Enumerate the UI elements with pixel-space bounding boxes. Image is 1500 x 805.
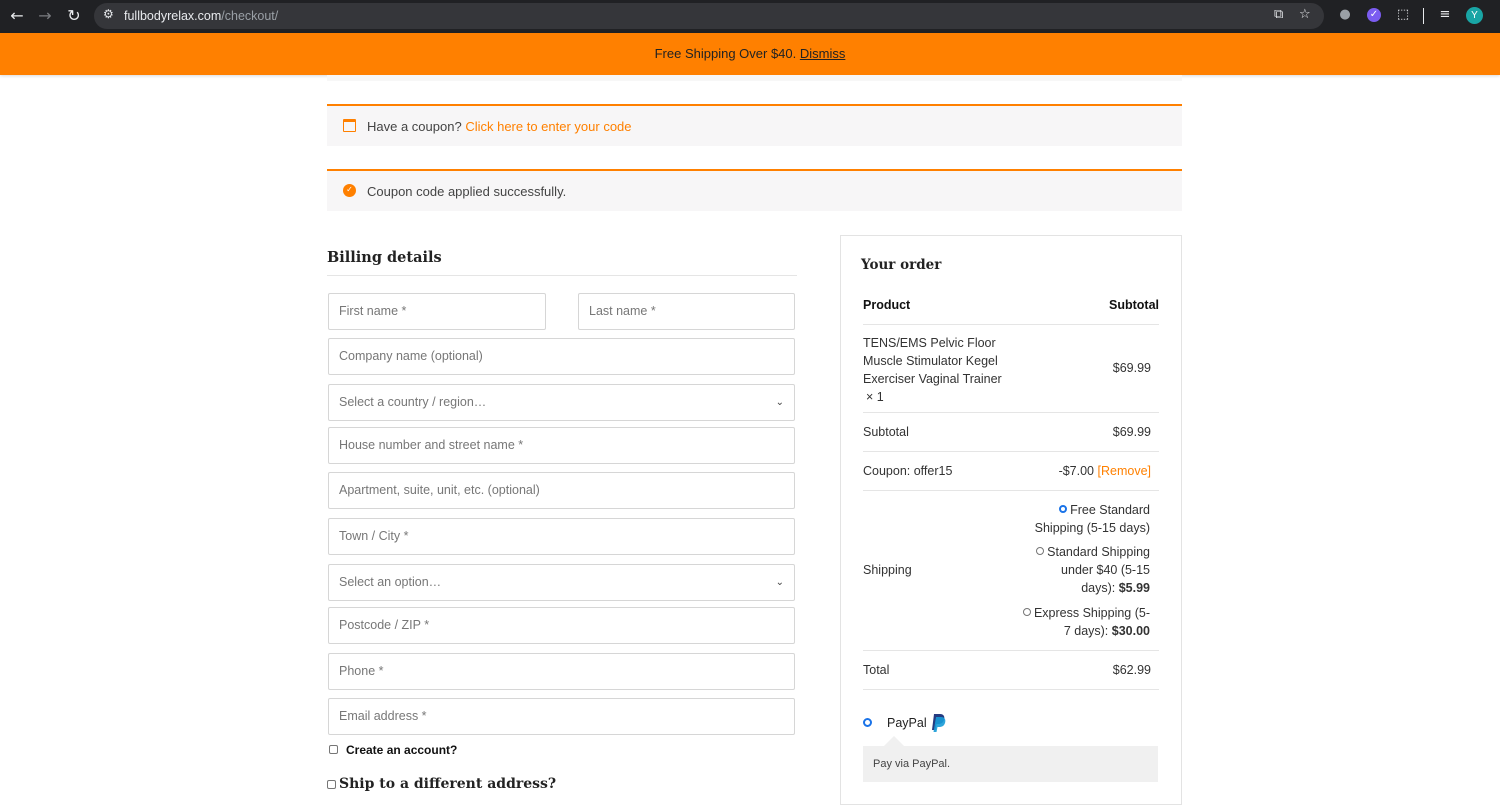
item-quantity: × 1 bbox=[866, 390, 884, 404]
create-account-checkbox[interactable] bbox=[329, 745, 338, 754]
calendar-icon bbox=[343, 119, 356, 132]
ship-different-label: Ship to a different address? bbox=[339, 776, 557, 792]
last-name-input[interactable]: Last name * bbox=[578, 293, 795, 330]
profile-avatar[interactable]: Y bbox=[1466, 7, 1483, 24]
express-shipping-option[interactable]: Express Shipping (5- 7 days): $30.00 bbox=[1022, 604, 1150, 640]
browser-toolbar: ← → ↻ ⚙ fullbodyrelax.com/checkout/ ⧉ ☆ … bbox=[0, 0, 1500, 33]
country-select-value: Select a country / region… bbox=[339, 395, 487, 409]
standard-shipping-radio[interactable] bbox=[1036, 547, 1045, 555]
apartment-input[interactable]: Apartment, suite, unit, etc. (optional) bbox=[328, 472, 795, 509]
coupon-label: Coupon: offer15 bbox=[863, 464, 953, 478]
address-bar[interactable]: ⚙ fullbodyrelax.com/checkout/ ⧉ ☆ bbox=[94, 3, 1324, 29]
store-notice-text: Free Shipping Over $40. bbox=[654, 46, 797, 61]
your-order-heading: Your order bbox=[861, 257, 942, 273]
postcode-input[interactable]: Postcode / ZIP * bbox=[328, 607, 795, 644]
item-price: $69.99 bbox=[1112, 361, 1151, 375]
billing-divider bbox=[327, 275, 797, 276]
create-account-label: Create an account? bbox=[346, 743, 458, 757]
subtotal-column-header: Subtotal bbox=[1109, 298, 1159, 312]
enter-coupon-link[interactable]: Click here to enter your code bbox=[465, 119, 631, 134]
url-text: fullbodyrelax.com/checkout/ bbox=[124, 9, 279, 23]
checkmark-icon: ✓ bbox=[343, 184, 356, 197]
paypal-description-box: Pay via PayPal. bbox=[863, 746, 1158, 782]
phone-input[interactable]: Phone * bbox=[328, 653, 795, 690]
extensions-puzzle-icon[interactable]: ⬚ bbox=[1394, 6, 1412, 24]
standard-shipping-option[interactable]: Standard Shipping under $40 (5-15 days):… bbox=[1036, 543, 1150, 597]
product-column-header: Product bbox=[863, 298, 911, 312]
total-label: Total bbox=[863, 663, 890, 677]
header-strip bbox=[327, 75, 1182, 81]
first-name-input[interactable]: First name * bbox=[328, 293, 546, 330]
free-shipping-radio[interactable] bbox=[1059, 505, 1068, 513]
forward-arrow-icon[interactable]: → bbox=[34, 5, 56, 27]
total-row: Total $62.99 bbox=[863, 651, 1159, 690]
total-value: $62.99 bbox=[1112, 663, 1151, 677]
translate-icon[interactable]: ⧉ bbox=[1274, 7, 1283, 22]
paypal-logo-icon bbox=[932, 714, 946, 732]
country-select[interactable]: Select a country / region… ⌄ bbox=[328, 384, 795, 421]
shipping-label: Shipping bbox=[863, 563, 912, 577]
toolbar-divider bbox=[1423, 8, 1424, 24]
coupon-discount-value: -$7.00 bbox=[1058, 464, 1095, 478]
coupon-success-text: Coupon code applied successfully. bbox=[367, 184, 567, 199]
bookmark-star-icon[interactable]: ☆ bbox=[1299, 7, 1311, 22]
order-item-row: TENS/EMS Pelvic Floor Muscle Stimulator … bbox=[863, 325, 1159, 413]
chevron-down-icon: ⌄ bbox=[775, 397, 784, 408]
subtotal-value: $69.99 bbox=[1112, 425, 1151, 439]
coupon-prompt-box: Have a coupon? Click here to enter your … bbox=[327, 104, 1182, 146]
billing-details-heading: Billing details bbox=[327, 249, 442, 266]
chevron-down-icon: ⌄ bbox=[775, 577, 784, 588]
back-arrow-icon[interactable]: ← bbox=[6, 5, 28, 27]
street-address-input[interactable]: House number and street name * bbox=[328, 427, 795, 464]
state-select-value: Select an option… bbox=[339, 575, 442, 589]
coupon-success-box: ✓ Coupon code applied successfully. bbox=[327, 169, 1182, 211]
paypal-label[interactable]: PayPal bbox=[887, 716, 927, 730]
order-header-row: Product Subtotal bbox=[863, 297, 1159, 325]
company-name-input[interactable]: Company name (optional) bbox=[328, 338, 795, 375]
ship-different-checkbox[interactable] bbox=[327, 780, 336, 789]
dismiss-link[interactable]: Dismiss bbox=[800, 46, 846, 61]
state-select[interactable]: Select an option… ⌄ bbox=[328, 564, 795, 601]
payment-box-pointer bbox=[884, 736, 904, 746]
free-standard-shipping-option[interactable]: Free Standard Shipping (5-15 days) bbox=[1035, 501, 1150, 537]
email-input[interactable]: Email address * bbox=[328, 698, 795, 735]
reload-icon[interactable]: ↻ bbox=[63, 5, 85, 27]
subtotal-label: Subtotal bbox=[863, 425, 909, 439]
coupon-prompt-text: Have a coupon? bbox=[367, 119, 462, 134]
extension-icon[interactable]: ● bbox=[1336, 6, 1354, 24]
remove-coupon-link[interactable]: [Remove] bbox=[1098, 464, 1152, 478]
item-name: TENS/EMS Pelvic Floor Muscle Stimulator … bbox=[863, 336, 1002, 404]
extension-purple-icon[interactable]: ✓ bbox=[1367, 8, 1381, 22]
subtotal-row: Subtotal $69.99 bbox=[863, 413, 1159, 452]
paypal-radio[interactable] bbox=[863, 718, 872, 727]
coupon-row: Coupon: offer15 -$7.00 [Remove] bbox=[863, 452, 1159, 491]
store-notice-bar: Free Shipping Over $40. Dismiss bbox=[0, 33, 1500, 75]
site-settings-icon[interactable]: ⚙ bbox=[103, 7, 114, 21]
media-queue-icon[interactable]: ≡ bbox=[1436, 6, 1454, 24]
city-input[interactable]: Town / City * bbox=[328, 518, 795, 555]
express-shipping-radio[interactable] bbox=[1022, 608, 1031, 616]
